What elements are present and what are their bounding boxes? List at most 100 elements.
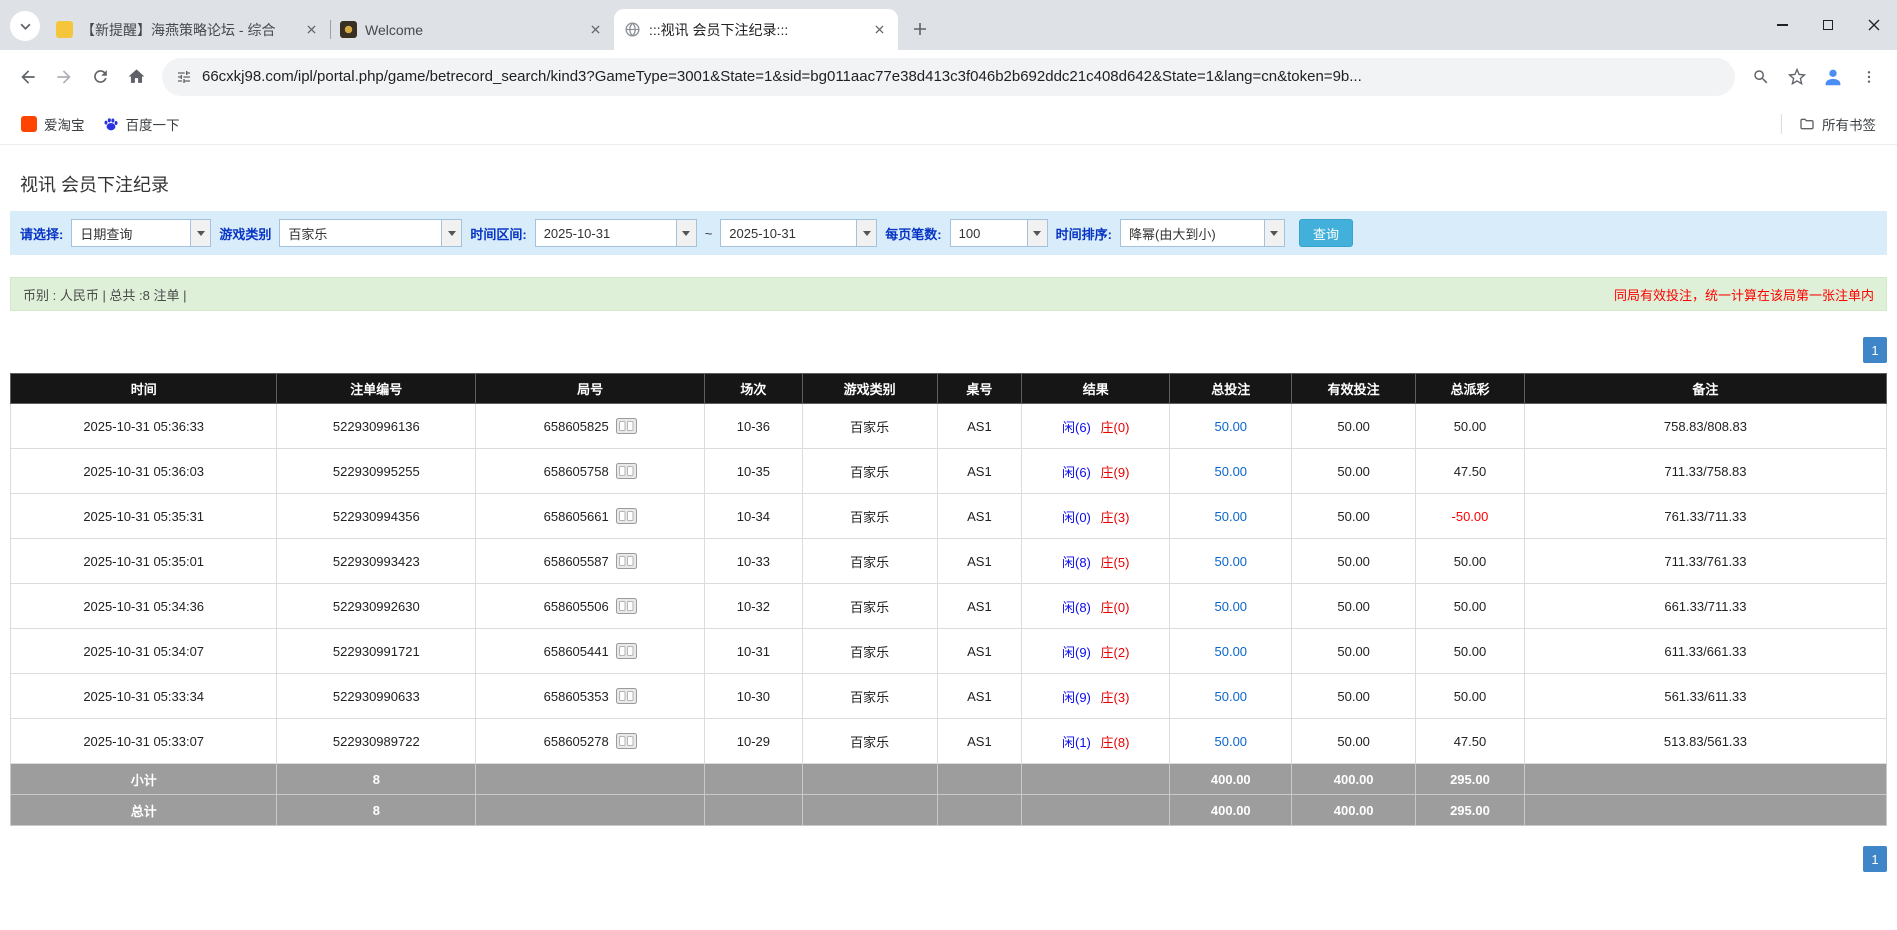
bookmarks-separator (1781, 113, 1782, 134)
page-button[interactable]: 1 (1863, 846, 1887, 872)
empty-cell (704, 794, 803, 826)
bookmarks-bar: 爱淘宝 百度一下 所有书签 (0, 103, 1897, 145)
summary-note: 同局有效投注，统一计算在该局第一张注单内 (1613, 287, 1874, 303)
back-button[interactable] (10, 59, 46, 95)
round-number: 658605278 (543, 733, 609, 749)
total-bet-link[interactable]: 50.00 (1215, 464, 1248, 479)
time-from-select[interactable]: 2025-10-31 (534, 219, 697, 247)
page-button[interactable]: 1 (1863, 337, 1887, 363)
round-cell: 658605825 (475, 403, 706, 449)
player-result: 闲(6) (1062, 464, 1091, 480)
total-bet-link[interactable]: 50.00 (1215, 509, 1248, 524)
banker-result: 庄(2) (1100, 644, 1130, 660)
tab-close-button[interactable] (870, 21, 888, 39)
empty-cell (801, 763, 938, 795)
round-detail-icon[interactable] (615, 733, 637, 749)
empty-cell (936, 763, 1023, 795)
note-cell: 711.33/761.33 (1523, 538, 1888, 584)
column-header: 桌号 (936, 373, 1023, 404)
dropdown-arrow-icon[interactable] (856, 220, 877, 246)
profile-button[interactable] (1815, 59, 1851, 95)
total-count: 8 (276, 794, 477, 826)
game-type-cell: 百家乐 (801, 673, 938, 719)
payout-cell: 50.00 (1415, 538, 1525, 584)
time-cell: 2025-10-31 05:33:34 (9, 673, 278, 719)
pagination-bottom: 1 (10, 846, 1887, 872)
dropdown-arrow-icon[interactable] (1263, 220, 1284, 246)
bet-id-cell: 522930992630 (276, 583, 477, 629)
time-cell: 2025-10-31 05:35:31 (9, 493, 278, 539)
time-to-select[interactable]: 2025-10-31 (720, 219, 878, 247)
bookmark-item-baidu[interactable]: 百度一下 (94, 109, 189, 139)
browser-tab[interactable]: :::视讯 会员下注纪录::: (614, 9, 898, 50)
page-size-select[interactable]: 100 (949, 219, 1048, 247)
round-detail-icon[interactable] (615, 643, 637, 659)
result-cell: 闲(6) 庄(0) (1021, 403, 1171, 449)
table-no-cell: AS1 (936, 538, 1023, 584)
browser-tab[interactable]: Welcome (330, 9, 614, 50)
total-bet-link[interactable]: 50.00 (1215, 554, 1248, 569)
round-number: 658605353 (543, 688, 609, 704)
table-row: 2025-10-31 05:34:07 522930991721 6586054… (9, 628, 1888, 674)
new-tab-button[interactable] (906, 15, 934, 43)
result-cell: 闲(9) 庄(2) (1021, 628, 1171, 674)
home-button[interactable] (118, 59, 154, 95)
payout-cell: 50.00 (1415, 583, 1525, 629)
bookmark-item-taobao[interactable]: 爱淘宝 (12, 109, 94, 139)
site-info-icon[interactable] (176, 69, 192, 85)
search-button[interactable]: 查询 (1298, 219, 1353, 247)
table-no-cell: AS1 (936, 448, 1023, 494)
column-header: 注单编号 (276, 373, 477, 404)
dropdown-arrow-icon[interactable] (1026, 220, 1047, 246)
menu-button[interactable] (1851, 59, 1887, 95)
browser-tab[interactable]: 【新提醒】海燕策略论坛 - 综合 (46, 9, 330, 50)
payout-cell: -50.00 (1415, 493, 1525, 539)
total-bet-link[interactable]: 50.00 (1215, 644, 1248, 659)
table-no-cell: AS1 (936, 628, 1023, 674)
total-bet-link[interactable]: 50.00 (1215, 599, 1248, 614)
valid-bet-cell: 50.00 (1291, 403, 1417, 449)
tab-close-button[interactable] (302, 21, 320, 39)
time-range-label: 时间区间: (470, 226, 527, 242)
back-icon (21, 69, 35, 84)
game-type-select[interactable]: 百家乐 (279, 219, 463, 247)
table-no-cell: AS1 (936, 718, 1023, 764)
round-detail-icon[interactable] (615, 598, 637, 614)
round-detail-icon[interactable] (615, 688, 637, 704)
round-detail-icon[interactable] (615, 553, 637, 569)
dropdown-arrow-icon[interactable] (441, 220, 462, 246)
tab-close-button[interactable] (586, 21, 604, 39)
round-detail-icon[interactable] (615, 418, 637, 434)
total-bet-link[interactable]: 50.00 (1215, 734, 1248, 749)
bookmark-star-button[interactable] (1779, 59, 1815, 95)
maximize-button[interactable] (1805, 0, 1851, 50)
query-type-select[interactable]: 日期查询 (71, 219, 212, 247)
close-window-button[interactable] (1851, 0, 1897, 50)
dropdown-arrow-icon[interactable] (190, 220, 211, 246)
all-bookmarks-button[interactable]: 所有书签 (1790, 109, 1885, 139)
round-number: 658605441 (543, 643, 609, 659)
folder-icon (1800, 118, 1814, 129)
query-type-value: 日期查询 (80, 226, 133, 242)
result-cell: 闲(6) 庄(9) (1021, 448, 1171, 494)
forward-button[interactable] (46, 59, 82, 95)
total-bet-link[interactable]: 50.00 (1215, 419, 1248, 434)
all-bookmarks-label: 所有书签 (1822, 117, 1876, 133)
dropdown-arrow-icon[interactable] (675, 220, 696, 246)
zoom-button[interactable] (1743, 59, 1779, 95)
round-detail-icon[interactable] (615, 508, 637, 524)
total-bet-cell: 50.00 (1169, 583, 1293, 629)
round-detail-icon[interactable] (615, 463, 637, 479)
total-bet-link[interactable]: 50.00 (1215, 689, 1248, 704)
address-bar[interactable]: 66cxkj98.com/ipl/portal.php/game/betreco… (162, 57, 1735, 96)
tab-search-button[interactable] (10, 11, 40, 41)
time-sort-select[interactable]: 降幂(由大到小) (1119, 219, 1285, 247)
summary-bar: 币别 : 人民币 | 总共 :8 注单 | 同局有效投注，统一计算在该局第一张注… (10, 277, 1887, 311)
empty-cell (704, 763, 803, 795)
banker-result: 庄(8) (1100, 734, 1130, 750)
session-cell: 10-29 (704, 718, 803, 764)
time-sort-label: 时间排序: (1055, 226, 1112, 242)
note-cell: 761.33/711.33 (1523, 493, 1888, 539)
reload-button[interactable] (82, 59, 118, 95)
minimize-button[interactable] (1759, 0, 1805, 50)
